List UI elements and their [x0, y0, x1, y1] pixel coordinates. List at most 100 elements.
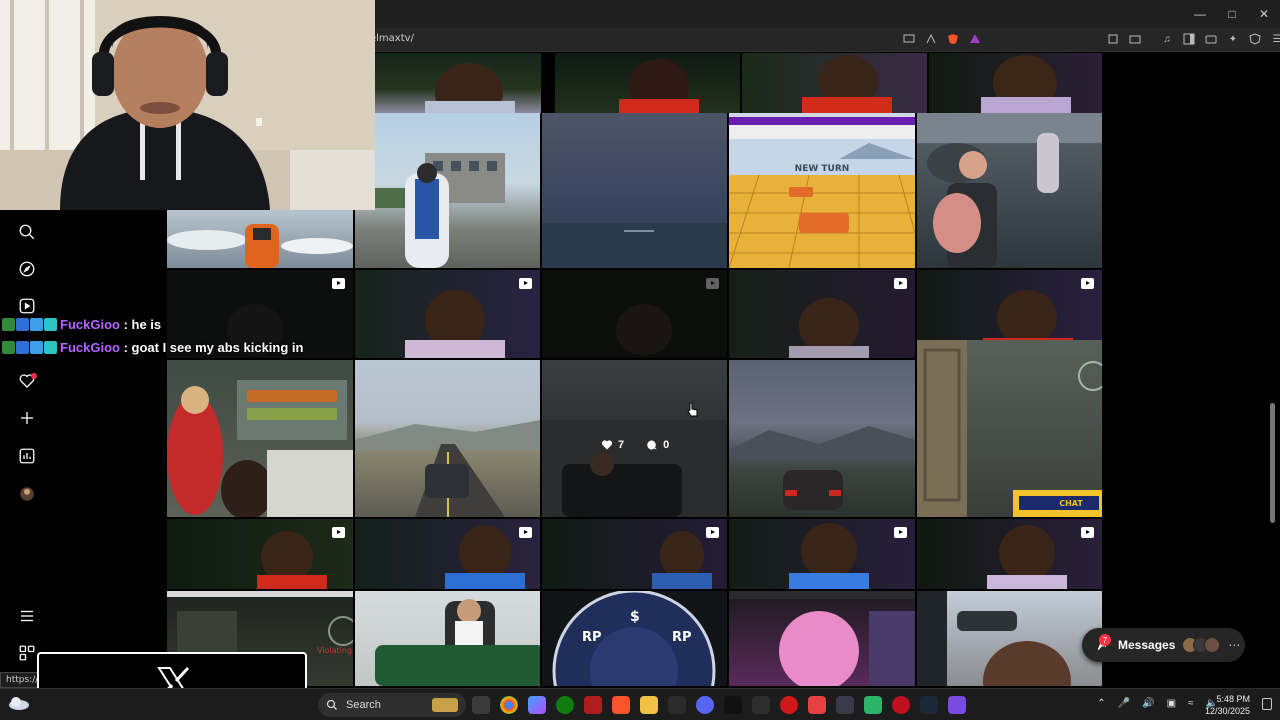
- file-explorer-icon[interactable]: [640, 696, 658, 714]
- webcam-feed: [0, 0, 375, 210]
- post-tile[interactable]: [929, 53, 1102, 113]
- speaker-icon[interactable]: 🔊: [1142, 698, 1154, 709]
- post-tile[interactable]: CHAT: [917, 340, 1102, 517]
- reel-icon: [894, 527, 907, 538]
- reel-tile[interactable]: [542, 270, 727, 358]
- thumbnail: [167, 380, 353, 517]
- reel-tile[interactable]: [542, 519, 727, 589]
- search-icon[interactable]: [17, 222, 37, 242]
- media-icon[interactable]: ♫: [1160, 32, 1174, 46]
- windows-taskbar: Search ⌃ 🎤 🔊 ▣ ≈ 🔈 5:48 PM 12/30/2025: [0, 688, 1280, 720]
- brave-rewards-icon[interactable]: [968, 32, 982, 46]
- badge-icon: [2, 341, 15, 354]
- post-tile[interactable]: [355, 113, 540, 268]
- red-app-icon[interactable]: [584, 696, 602, 714]
- vpn-icon[interactable]: [1248, 32, 1262, 46]
- brave-icon[interactable]: [612, 696, 630, 714]
- thumbnail: [981, 55, 1071, 113]
- reel-tile[interactable]: [917, 519, 1102, 589]
- chat-username: FuckGioo: [60, 340, 120, 355]
- post-tile[interactable]: NEW TURN: [729, 113, 915, 268]
- post-tile[interactable]: [729, 360, 915, 517]
- post-tile[interactable]: [355, 360, 540, 517]
- extensions-icon[interactable]: [1106, 32, 1120, 46]
- post-tile[interactable]: [917, 591, 1102, 686]
- search-icon: [326, 699, 337, 710]
- thumbnail: [917, 591, 1071, 686]
- chrome-icon[interactable]: [500, 696, 518, 714]
- webcam-overlay: [0, 0, 375, 210]
- weather-icon[interactable]: [8, 695, 30, 711]
- xbox-icon[interactable]: [556, 696, 574, 714]
- post-tile[interactable]: [542, 113, 727, 268]
- likes-count: 7: [618, 439, 625, 451]
- post-tile[interactable]: [729, 591, 915, 686]
- display-icon[interactable]: ▣: [1167, 698, 1176, 709]
- kick-icon[interactable]: [864, 696, 882, 714]
- stop-app-icon[interactable]: [892, 696, 910, 714]
- post-tile[interactable]: [167, 210, 353, 268]
- thumbnail: [375, 599, 540, 686]
- wifi-icon[interactable]: ≈: [1188, 698, 1194, 709]
- sidebar-toggle-icon[interactable]: [1182, 32, 1196, 46]
- page-scrollbar[interactable]: [1270, 113, 1276, 720]
- reel-tile[interactable]: [355, 270, 540, 358]
- reel-icon: [706, 278, 719, 289]
- reel-tile[interactable]: [167, 519, 353, 589]
- create-plus-icon[interactable]: [17, 408, 37, 428]
- teams-icon[interactable]: [948, 696, 966, 714]
- audio-app-icon[interactable]: [724, 696, 742, 714]
- post-tile[interactable]: RP $ RP: [542, 591, 727, 686]
- badge-icon: [30, 341, 43, 354]
- more-menu-icon[interactable]: [17, 606, 37, 626]
- obs-icon[interactable]: [836, 696, 854, 714]
- taskbar-search[interactable]: Search: [318, 693, 466, 717]
- post-tile[interactable]: [917, 113, 1102, 268]
- thumbnail: [167, 224, 353, 268]
- reel-tile[interactable]: [355, 519, 540, 589]
- capcut-icon[interactable]: [668, 696, 686, 714]
- dashboard-icon[interactable]: [17, 446, 37, 466]
- discord-icon[interactable]: [696, 696, 714, 714]
- post-tile[interactable]: [555, 53, 740, 113]
- profile-avatar[interactable]: [17, 484, 37, 504]
- reel-tile[interactable]: [729, 270, 915, 358]
- taskbar-clock[interactable]: 5:48 PM 12/30/2025: [1205, 693, 1250, 717]
- share-icon[interactable]: [924, 32, 938, 46]
- opera-gx-icon[interactable]: [780, 696, 798, 714]
- copilot-icon[interactable]: [528, 696, 546, 714]
- post-tile[interactable]: [375, 53, 541, 113]
- leo-ai-icon[interactable]: ✦: [1226, 32, 1240, 46]
- menu-icon[interactable]: ☰: [1270, 32, 1280, 46]
- scrollbar-thumb[interactable]: [1270, 403, 1275, 523]
- post-tile[interactable]: [355, 591, 540, 686]
- cast-icon[interactable]: [902, 32, 916, 46]
- chat-badges: [2, 318, 57, 331]
- screenshot-icon[interactable]: [1128, 32, 1142, 46]
- chat-username: FuckGioo: [60, 317, 120, 332]
- url-text[interactable]: elmaxtv/: [370, 33, 414, 44]
- microphone-icon[interactable]: 🎤: [1118, 698, 1130, 709]
- post-tile[interactable]: [167, 360, 353, 517]
- steam-icon[interactable]: [920, 696, 938, 714]
- also-from-meta-icon[interactable]: [17, 643, 37, 663]
- explore-icon[interactable]: [17, 259, 37, 279]
- monitor-app-icon[interactable]: [752, 696, 770, 714]
- task-view-icon[interactable]: [472, 696, 490, 714]
- minimize-button[interactable]: —: [1184, 0, 1216, 28]
- svg-text:NEW TURN: NEW TURN: [795, 164, 850, 174]
- post-tile[interactable]: [742, 53, 927, 113]
- youtube-icon[interactable]: [808, 696, 826, 714]
- close-button[interactable]: ✕: [1248, 0, 1280, 28]
- thumbnail: [729, 426, 915, 510]
- notifications-bell-icon[interactable]: [1262, 698, 1272, 710]
- wallet-icon[interactable]: [1204, 32, 1218, 46]
- brave-shield-icon[interactable]: [946, 32, 960, 46]
- svg-text:Violating: Violating: [317, 646, 352, 655]
- messages-label: Messages: [1118, 638, 1176, 652]
- maximize-button[interactable]: □: [1216, 0, 1248, 28]
- thumbnail: [789, 523, 869, 589]
- reel-tile[interactable]: [729, 519, 915, 589]
- thumbnail: [789, 298, 869, 358]
- chevron-up-icon[interactable]: ⌃: [1097, 698, 1105, 709]
